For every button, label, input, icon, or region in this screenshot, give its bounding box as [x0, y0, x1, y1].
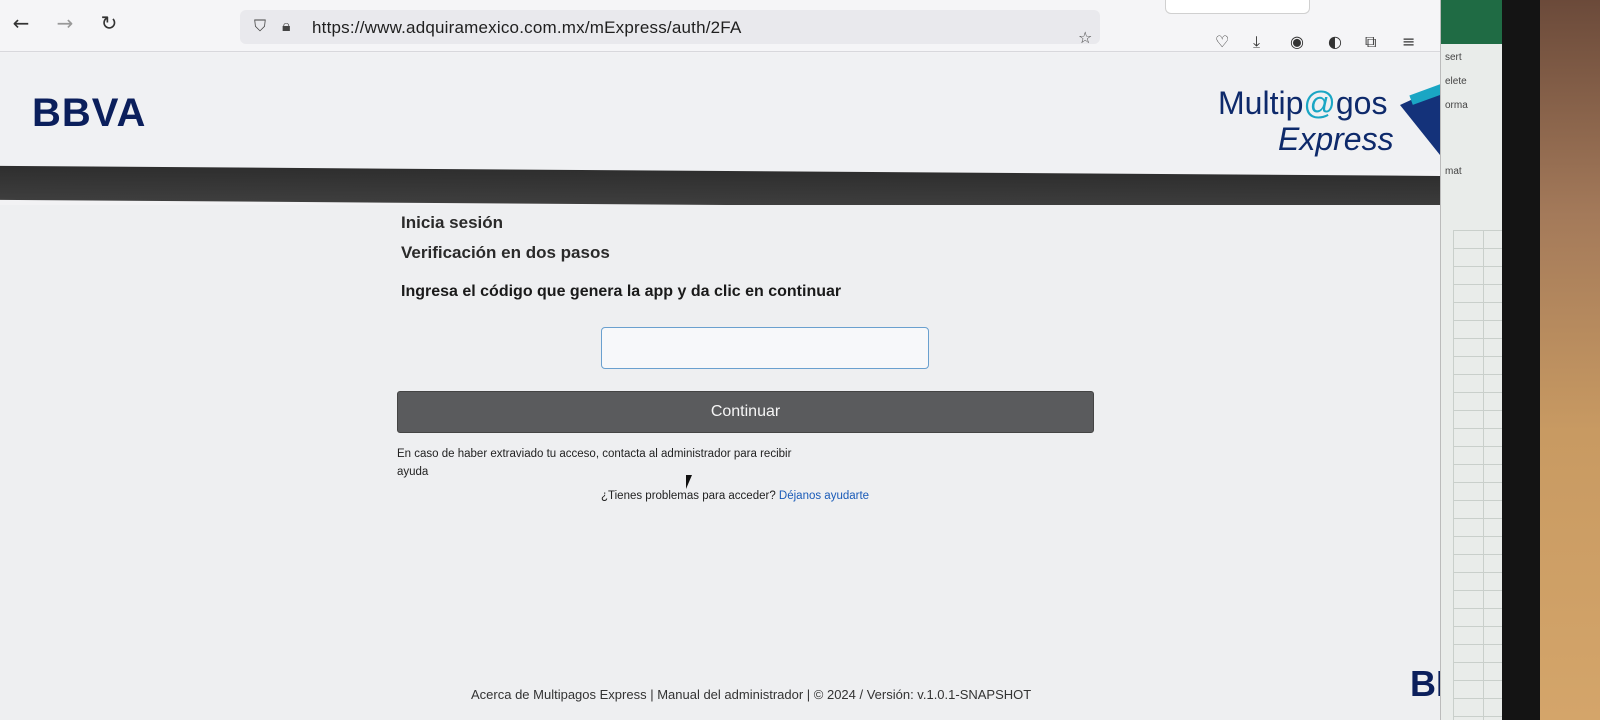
back-icon[interactable]: ←	[8, 10, 34, 36]
browser-tab[interactable]	[1165, 0, 1310, 14]
lock-icon[interactable]: 🔒︎	[282, 16, 291, 36]
logo-at-symbol: @	[1303, 85, 1336, 121]
ribbon-item-delete[interactable]: elete	[1445, 76, 1467, 87]
page-title: Inicia sesión	[401, 213, 504, 232]
background-spreadsheet-window: sert elete orma mat	[1440, 0, 1502, 720]
footer: Acerca de Multipagos Express | Manual de…	[471, 687, 1031, 702]
footer-bbva-logo: BBV	[1410, 663, 1440, 704]
ribbon-item-format-2[interactable]: mat	[1445, 166, 1462, 177]
login-content: Inicia sesión Verificación en dos pasos …	[0, 205, 1440, 720]
browser-toolbar: ← → ↻ ⛉ 🔒︎ https://www.adquiramexico.com…	[0, 0, 1440, 52]
manual-link[interactable]: Manual del administrador	[657, 687, 803, 702]
bookmark-star-icon[interactable]: ☆	[1078, 28, 1092, 47]
page-subtitle: Verificación en dos pasos	[401, 243, 610, 262]
url-text[interactable]: https://www.adquiramexico.com.mx/mExpres…	[312, 18, 742, 38]
header-divider-bar	[0, 165, 1440, 211]
extensions-puzzle-icon[interactable]: ⧉	[1365, 32, 1376, 52]
footer-separator-2: |	[803, 687, 814, 702]
spreadsheet-grid	[1453, 230, 1502, 720]
problems-text: ¿Tienes problemas para acceder?	[601, 490, 776, 502]
instruction-text: Ingresa el código que genera la app y da…	[401, 283, 842, 300]
desk-background	[1530, 0, 1600, 720]
account-icon[interactable]: ◉	[1290, 32, 1304, 51]
verification-code-input[interactable]	[601, 327, 929, 369]
browser-window: ← → ↻ ⛉ 🔒︎ https://www.adquiramexico.com…	[0, 0, 1440, 720]
multipagos-logo-line2: Express	[1278, 121, 1394, 157]
menu-hamburger-icon[interactable]: ≡	[1402, 32, 1415, 51]
address-bar[interactable]: ⛉ 🔒︎ https://www.adquiramexico.com.mx/mE…	[240, 10, 1100, 47]
footer-separator: |	[646, 687, 658, 702]
copyright-text: © 2024 / Versión: v.1.0.1-SNAPSHOT	[813, 687, 1032, 702]
help-text: En caso de haber extraviado tu acceso, c…	[397, 448, 792, 478]
bbva-logo: BBVA	[32, 91, 147, 135]
extension-icon[interactable]: ◐	[1328, 32, 1342, 51]
pocket-icon[interactable]: ♡	[1215, 32, 1229, 51]
forward-icon[interactable]: →	[52, 10, 78, 36]
ribbon-item-insert[interactable]: sert	[1445, 52, 1462, 63]
continue-button[interactable]: Continuar	[397, 391, 1094, 433]
logo-text-b: gos	[1335, 85, 1388, 121]
mouse-cursor-icon	[686, 475, 692, 489]
page-header: BBVA Multip@gos Express	[0, 53, 1440, 171]
shield-icon[interactable]: ⛉	[254, 16, 266, 36]
multipagos-logo-line1: Multip@gos	[1218, 85, 1387, 122]
problems-line: ¿Tienes problemas para acceder? Déjanos …	[601, 490, 869, 502]
monitor-bezel	[1500, 0, 1540, 720]
reload-icon[interactable]: ↻	[96, 10, 122, 36]
about-link[interactable]: Acerca de Multipagos Express	[471, 687, 647, 702]
logo-text-a: Multip	[1218, 85, 1304, 121]
help-link[interactable]: Déjanos ayudarte	[779, 490, 869, 502]
ribbon-item-format[interactable]: orma	[1445, 100, 1468, 111]
spreadsheet-ribbon	[1441, 0, 1502, 44]
download-icon[interactable]: ⤓	[1253, 32, 1260, 52]
